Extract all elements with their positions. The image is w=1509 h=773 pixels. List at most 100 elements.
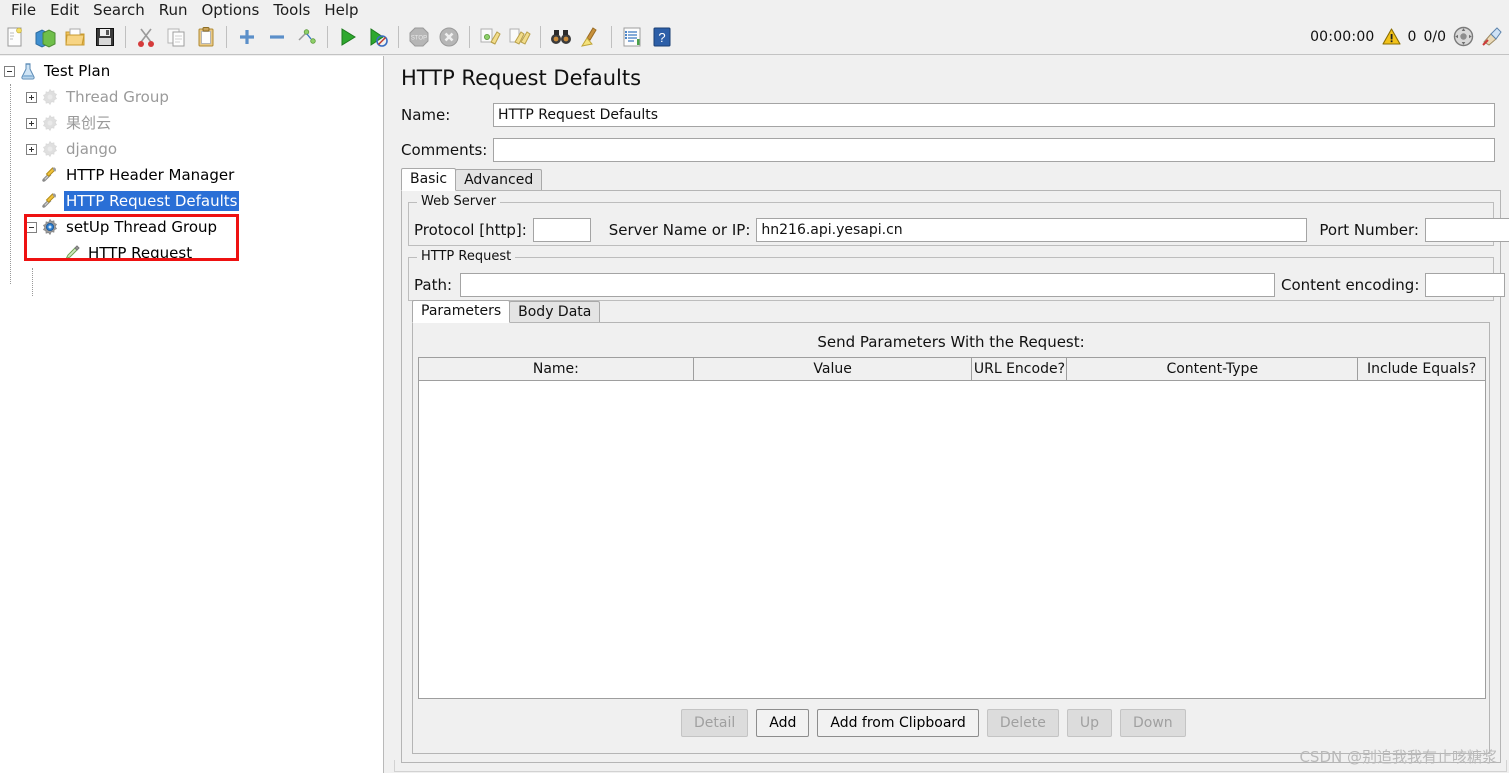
tree-node-http-header-manager[interactable]: HTTP Header Manager [0,162,383,188]
collapse-all-icon[interactable] [264,24,290,50]
http-request-fields: Path: Content encoding: [414,273,1506,297]
paste-icon[interactable] [193,24,219,50]
clear-all-icon[interactable] [1481,26,1503,47]
start-no-pauses-icon[interactable] [365,24,391,50]
tree-connector-line [32,268,33,296]
tree-toggle-minus-icon[interactable] [26,221,37,233]
web-server-fields: Protocol [http]: Server Name or IP: Port… [414,218,1509,242]
clear-icon[interactable] [477,24,503,50]
toolbar-separator [125,25,126,48]
down-button: Down [1119,709,1186,737]
warning-count: 0 [1407,28,1417,45]
tree-node-果创云[interactable]: 果创云 [0,110,383,136]
element-editor-pane: HTTP Request Defaults Name: Comments: Ba… [393,56,1509,773]
test-plan-tree-pane[interactable]: Test Plan Thread Group 果创云 django HTTP Heade… [0,56,383,773]
thread-group-icon [40,139,60,159]
elapsed-timer: 00:00:00 [1310,28,1375,45]
toolbar-status: 00:00:00 0 0/0 [1310,26,1509,47]
active-threads-icon[interactable] [1453,26,1474,47]
warning-icon[interactable] [1381,28,1401,45]
menu-item-run[interactable]: Run [152,2,195,19]
menu-item-search[interactable]: Search [86,2,152,19]
column-header-url-encode[interactable]: URL Encode? [972,358,1068,380]
expand-all-icon[interactable] [234,24,260,50]
open-icon[interactable] [62,24,88,50]
menu-item-tools[interactable]: Tools [266,2,317,19]
tree-node-setup-thread-group[interactable]: setUp Thread Group [0,214,383,240]
tree-node-label: django [66,140,118,158]
thread-group-icon [40,87,60,107]
http-request-group-title: HTTP Request [417,249,516,264]
column-header-content-type[interactable]: Content-Type [1067,358,1359,380]
toolbar-separator [611,25,612,48]
content-encoding-input[interactable] [1425,273,1506,297]
parameters-tabs[interactable]: Parameters Body Data [412,300,601,323]
function-helper-icon[interactable] [619,24,645,50]
send-parameters-label: Send Parameters With the Request: [817,333,1085,351]
tree-node-label: HTTP Request Defaults [64,191,240,211]
tree-toggle-minus-icon[interactable] [4,65,15,77]
parameters-button-row: Detail Add Add from Clipboard Delete Up Down [681,709,1186,737]
tree-node-django[interactable]: django [0,136,383,162]
column-header-include-equals[interactable]: Include Equals? [1358,358,1485,380]
toolbar: STOP? 00:00:00 0 0/0 [0,19,1509,55]
tab-basic[interactable]: Basic [401,168,457,191]
tree-node-label: HTTP Request [88,244,193,262]
server-name-input[interactable] [756,218,1308,242]
column-header-name[interactable]: Name: [419,358,694,380]
cut-icon[interactable] [133,24,159,50]
parameters-table[interactable]: Name: Value URL Encode? Content-Type Include… [418,357,1486,699]
thread-counter: 0/0 [1423,28,1446,45]
shutdown-icon[interactable] [436,24,462,50]
clear-all-icon[interactable] [507,24,533,50]
editor-tabs[interactable]: Basic Advanced [401,168,543,191]
save-icon[interactable] [92,24,118,50]
menu-item-edit[interactable]: Edit [43,2,86,19]
tree-node-http-request[interactable]: HTTP Request [0,240,383,266]
menu-item-options[interactable]: Options [194,2,266,19]
jmeter-window: File Edit Search Run Options Tools Help STOP? … [0,0,1509,773]
tab-body-data[interactable]: Body Data [509,301,601,323]
help-icon[interactable]: ? [649,24,675,50]
tree-node-thread-group[interactable]: Thread Group [0,84,383,110]
templates-icon[interactable] [32,24,58,50]
tree-toggle-plus-icon[interactable] [26,91,37,103]
tab-advanced[interactable]: Advanced [455,169,543,191]
tree-toggle-plus-icon[interactable] [26,143,37,155]
copy-icon[interactable] [163,24,189,50]
add-button[interactable]: Add [756,709,810,737]
start-icon[interactable] [335,24,361,50]
menu-item-help[interactable]: Help [317,2,365,19]
tree-node-label: Thread Group [66,88,169,106]
toolbar-separator [540,25,541,48]
new-icon[interactable] [2,24,28,50]
column-header-value[interactable]: Value [694,358,973,380]
add-from-clipboard-button[interactable]: Add from Clipboard [817,709,979,737]
path-input[interactable] [460,273,1276,297]
toolbar-separator [226,25,227,48]
name-input[interactable] [493,103,1495,127]
comments-input[interactable] [493,138,1495,162]
tree-connector-line [10,84,11,284]
port-number-input[interactable] [1424,218,1509,242]
stop-icon[interactable]: STOP [406,24,432,50]
tab-parameters[interactable]: Parameters [412,300,511,323]
search-icon[interactable] [548,24,574,50]
thread-group-icon [40,113,60,133]
config-element-icon [40,191,60,211]
protocol-input[interactable] [532,218,591,242]
tree-node-http-request-defaults[interactable]: HTTP Request Defaults [0,188,383,214]
tree-node-test-plan[interactable]: Test Plan [0,58,383,84]
menu-item-file[interactable]: File [4,2,43,19]
tree-toggle-plus-icon[interactable] [26,117,37,129]
svg-text:STOP: STOP [411,35,427,41]
reset-search-icon[interactable] [578,24,604,50]
svg-text:?: ? [658,30,665,45]
test-plan-tree[interactable]: Test Plan Thread Group 果创云 django HTTP Heade… [0,56,383,296]
toggle-icon[interactable] [294,24,320,50]
delete-button: Delete [986,709,1059,737]
up-button: Up [1066,709,1112,737]
